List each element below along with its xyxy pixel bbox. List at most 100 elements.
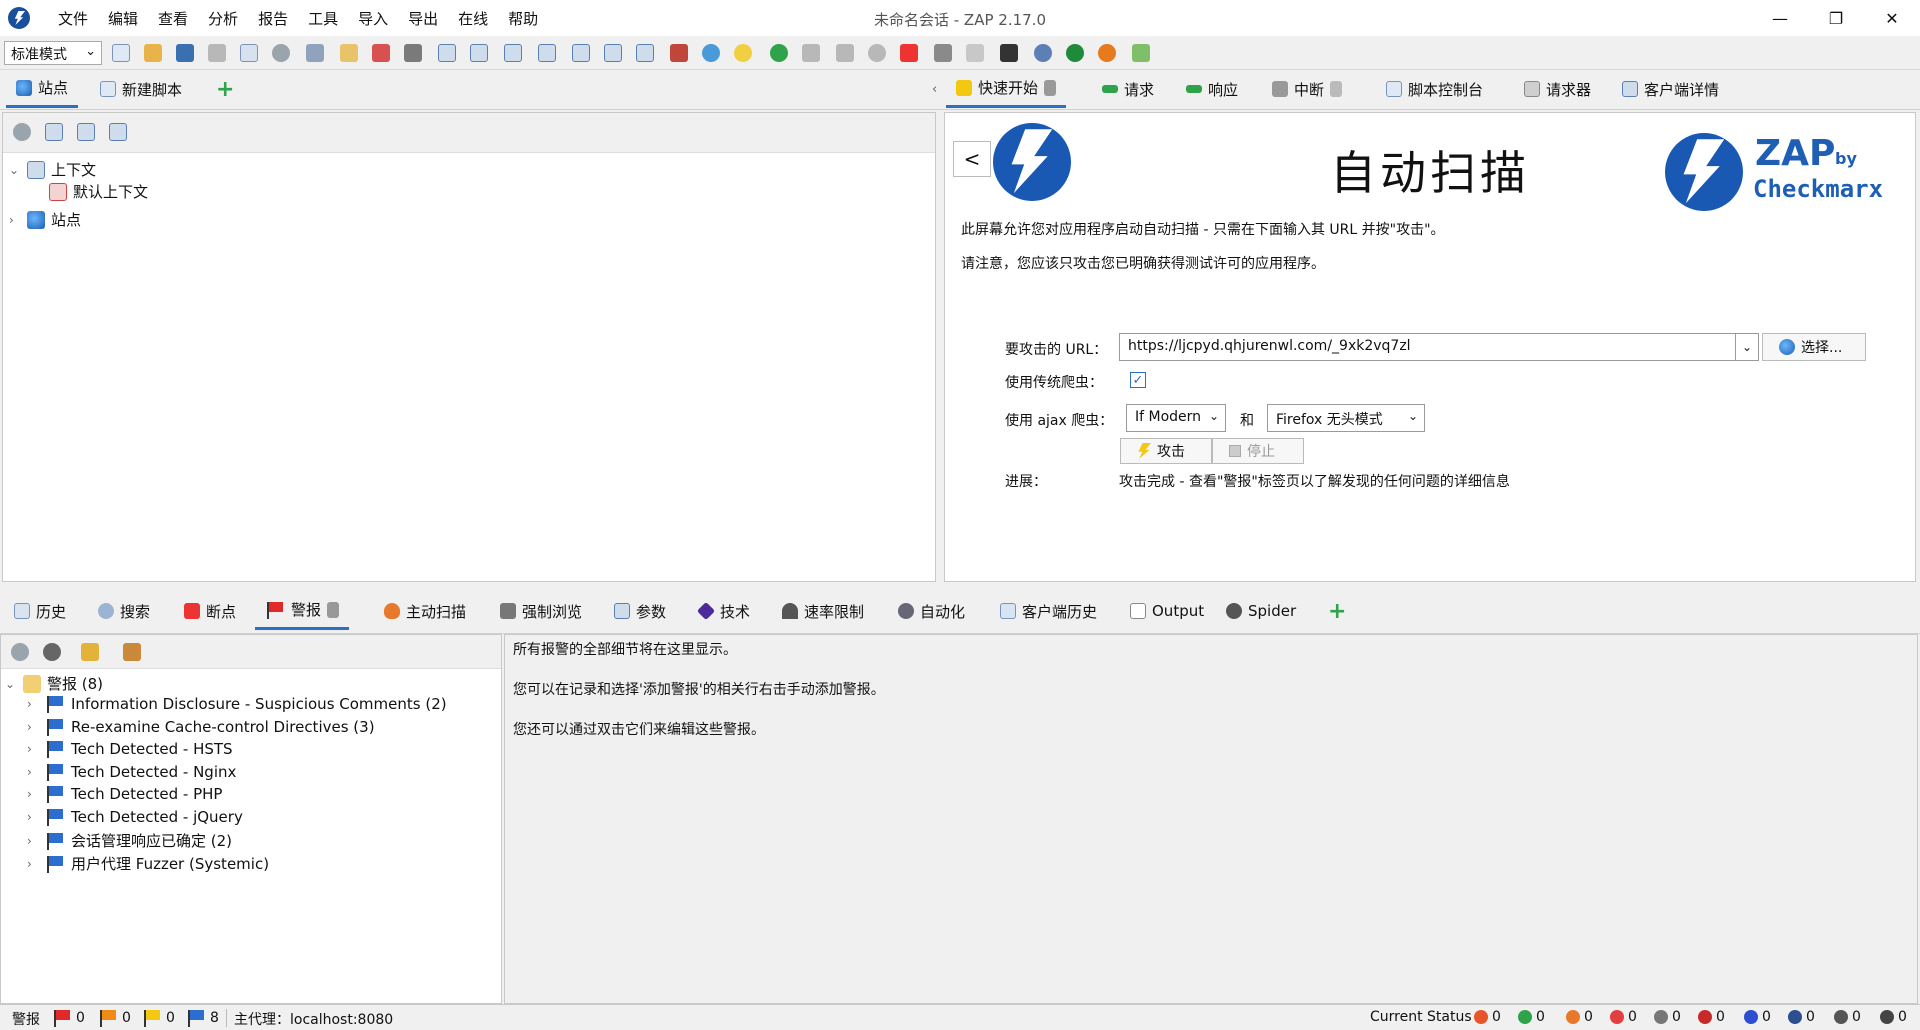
broom-icon[interactable]: [123, 643, 141, 661]
target-icon[interactable]: [11, 643, 29, 661]
chevron-right-icon[interactable]: ›: [9, 213, 21, 227]
hud-icon[interactable]: [1066, 44, 1084, 62]
fuzzer-icon[interactable]: [966, 44, 984, 62]
chevron-down-icon[interactable]: ⌄: [5, 677, 17, 691]
menu-report[interactable]: 报告: [248, 8, 298, 29]
alert-item[interactable]: › Tech Detected - HSTS: [27, 740, 233, 758]
menu-view[interactable]: 查看: [148, 8, 198, 29]
tab-quick-start[interactable]: 快速开始: [946, 70, 1067, 108]
tab-automation[interactable]: 自动化: [888, 592, 975, 630]
maximize-button[interactable]: ❐: [1808, 0, 1864, 36]
layout-icon[interactable]: [636, 44, 654, 62]
terminal-icon[interactable]: [1000, 44, 1018, 62]
close-button[interactable]: ✕: [1864, 0, 1920, 36]
menu-help[interactable]: 帮助: [498, 8, 548, 29]
tab-scroll-icon[interactable]: ‹: [932, 70, 946, 108]
report-icon[interactable]: [1132, 44, 1150, 62]
target-icon[interactable]: [13, 123, 31, 141]
import-context-icon[interactable]: [77, 123, 95, 141]
tab-forced-browse[interactable]: 强制浏览: [490, 592, 592, 630]
select-url-button[interactable]: 选择...: [1762, 333, 1866, 361]
add-on-icon[interactable]: [670, 44, 688, 62]
show-tab-icon[interactable]: [404, 44, 422, 62]
tab-alerts[interactable]: 警报: [255, 592, 350, 630]
clear-breakpoints-icon[interactable]: [900, 44, 918, 62]
export-icon[interactable]: [306, 44, 324, 62]
manual-request-icon[interactable]: [934, 44, 952, 62]
chevron-right-icon[interactable]: ›: [27, 720, 39, 734]
tab-rate-limit[interactable]: 速率限制: [772, 592, 874, 630]
tab-requester[interactable]: 请求器: [1514, 70, 1601, 108]
tab-output[interactable]: Output: [1120, 592, 1214, 630]
pin-icon[interactable]: [327, 601, 340, 618]
menu-online[interactable]: 在线: [448, 8, 498, 29]
tab-new-script[interactable]: 新建脚本: [90, 70, 192, 108]
chevron-right-icon[interactable]: ›: [27, 765, 39, 779]
layout-icon[interactable]: [604, 44, 622, 62]
ajax-mode-select[interactable]: If Modern ⌄: [1126, 404, 1226, 432]
menu-export[interactable]: 导出: [398, 8, 448, 29]
firefox-icon[interactable]: [1098, 44, 1116, 62]
alert-item[interactable]: › Tech Detected - PHP: [27, 785, 222, 803]
pin-icon[interactable]: [1330, 81, 1343, 97]
tab-break[interactable]: 中断: [1262, 70, 1352, 108]
layout-icon[interactable]: [470, 44, 488, 62]
attack-button[interactable]: 攻击: [1120, 438, 1212, 464]
tab-client-history[interactable]: 客户端历史: [990, 592, 1107, 630]
menu-analyse[interactable]: 分析: [198, 8, 248, 29]
continue-icon[interactable]: [836, 44, 854, 62]
legacy-spider-checkbox[interactable]: ✓: [1130, 372, 1146, 388]
menu-file[interactable]: 文件: [48, 8, 98, 29]
chevron-right-icon[interactable]: ›: [27, 742, 39, 756]
break-on-icon[interactable]: [770, 44, 788, 62]
chevron-down-icon[interactable]: ⌄: [1735, 333, 1759, 361]
alert-item[interactable]: › 会话管理响应已确定 (2): [27, 830, 232, 851]
alert-item[interactable]: › Tech Detected - jQuery: [27, 808, 243, 826]
delete-icon[interactable]: [372, 44, 390, 62]
options-gear-icon[interactable]: [272, 44, 290, 62]
tab-history[interactable]: 历史: [4, 592, 76, 630]
session-properties-icon[interactable]: [240, 44, 258, 62]
tab-tech[interactable]: 技术: [688, 592, 760, 630]
zap-logo-icon[interactable]: [8, 7, 30, 29]
help-icon[interactable]: [1034, 44, 1052, 62]
layout-icon[interactable]: [438, 44, 456, 62]
chevron-right-icon[interactable]: ›: [27, 697, 39, 711]
menu-import[interactable]: 导入: [348, 8, 398, 29]
alerts-root-node[interactable]: ⌄ 警报 (8): [5, 673, 103, 694]
alert-item[interactable]: › Re-examine Cache-control Directives (3…: [27, 718, 375, 736]
menu-edit[interactable]: 编辑: [98, 8, 148, 29]
minimize-button[interactable]: —: [1752, 0, 1808, 36]
menu-tools[interactable]: 工具: [298, 8, 348, 29]
tab-response[interactable]: 响应: [1176, 70, 1248, 108]
open-session-icon[interactable]: [144, 44, 162, 62]
chevron-right-icon[interactable]: ›: [27, 810, 39, 824]
tab-sites[interactable]: 站点: [6, 70, 79, 108]
add-tab-button[interactable]: +: [1318, 592, 1356, 630]
step-icon[interactable]: [802, 44, 820, 62]
tab-spider[interactable]: Spider: [1216, 592, 1306, 630]
new-context-icon[interactable]: [45, 123, 63, 141]
tab-client-details[interactable]: 客户端详情: [1612, 70, 1729, 108]
tree-node-contexts[interactable]: ⌄ 上下文: [9, 159, 96, 180]
alert-item[interactable]: › 用户代理 Fuzzer (Systemic): [27, 853, 269, 874]
pin-icon[interactable]: [1044, 79, 1057, 96]
chevron-right-icon[interactable]: ›: [27, 857, 39, 871]
alert-item[interactable]: › Information Disclosure - Suspicious Co…: [27, 695, 447, 713]
tree-node-sites[interactable]: › 站点: [9, 209, 81, 230]
tab-active-scan[interactable]: 主动扫描: [374, 592, 476, 630]
new-context-icon[interactable]: [340, 44, 358, 62]
url-input[interactable]: https://ljcpyd.qhjurenwl.com/_9xk2vq7zl: [1119, 333, 1751, 361]
bulb-icon[interactable]: [734, 44, 752, 62]
tab-script-console[interactable]: 脚本控制台: [1376, 70, 1493, 108]
edit-pencil-icon[interactable]: [81, 643, 99, 661]
add-tab-button[interactable]: +: [206, 70, 244, 108]
layout-icon[interactable]: [504, 44, 522, 62]
layout-icon[interactable]: [538, 44, 556, 62]
tree-node-default-context[interactable]: 默认上下文: [49, 181, 148, 202]
tab-request[interactable]: 请求: [1092, 70, 1164, 108]
alert-item[interactable]: › Tech Detected - Nginx: [27, 763, 236, 781]
chevron-down-icon[interactable]: ⌄: [9, 163, 21, 177]
tab-breakpoints[interactable]: 断点: [174, 592, 246, 630]
refresh-icon[interactable]: [702, 44, 720, 62]
